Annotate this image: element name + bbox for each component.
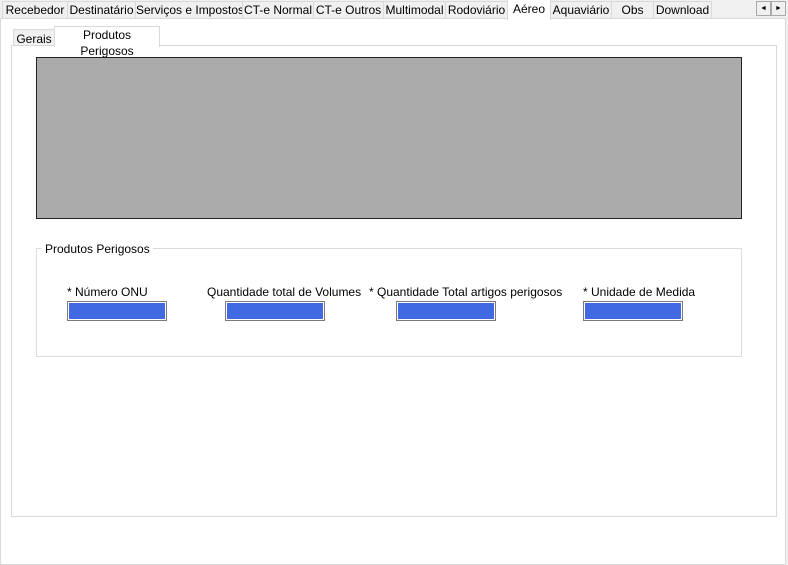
unidade-medida-label: * Unidade de Medida bbox=[583, 285, 696, 299]
tab-servicos-impostos[interactable]: Serviços e Impostos bbox=[135, 1, 244, 18]
tab-aquaviario[interactable]: Aquaviário bbox=[550, 1, 612, 18]
quantidade-artigos-input[interactable] bbox=[396, 301, 496, 321]
tab-download[interactable]: Download bbox=[653, 1, 712, 18]
quantidade-volumes-input[interactable] bbox=[225, 301, 325, 321]
tab-multimodal[interactable]: Multimodal bbox=[383, 1, 446, 18]
tab-cte-normal[interactable]: CT-e Normal bbox=[242, 1, 314, 18]
subtab-produtos-perigosos[interactable]: Produtos Perigosos bbox=[54, 26, 160, 58]
tab-destinatario[interactable]: Destinatário bbox=[67, 1, 136, 18]
quantidade-volumes-label: Quantidade total de Volumes bbox=[207, 285, 362, 299]
tab-rodoviario[interactable]: Rodoviário bbox=[445, 1, 508, 18]
main-tabstrip: Recebedor Destinatário Serviços e Impost… bbox=[0, 0, 788, 20]
quantidade-artigos-label: * Quantidade Total artigos perigosos bbox=[369, 285, 563, 299]
scroll-left-icon[interactable]: ◄ bbox=[756, 1, 771, 16]
tab-aereo[interactable]: Aéreo bbox=[507, 0, 551, 20]
scroll-right-icon[interactable]: ► bbox=[771, 1, 786, 16]
tab-obs[interactable]: Obs bbox=[611, 1, 654, 18]
subtab-gerais[interactable]: Gerais bbox=[13, 29, 55, 46]
numero-onu-input[interactable] bbox=[67, 301, 167, 321]
unidade-medida-input[interactable] bbox=[583, 301, 683, 321]
data-grid[interactable] bbox=[36, 57, 742, 219]
numero-onu-label: * Número ONU bbox=[67, 285, 148, 299]
group-title: Produtos Perigosos bbox=[42, 242, 153, 256]
tab-cte-outros[interactable]: CT-e Outros bbox=[313, 1, 384, 18]
tab-recebedor[interactable]: Recebedor bbox=[2, 1, 68, 18]
